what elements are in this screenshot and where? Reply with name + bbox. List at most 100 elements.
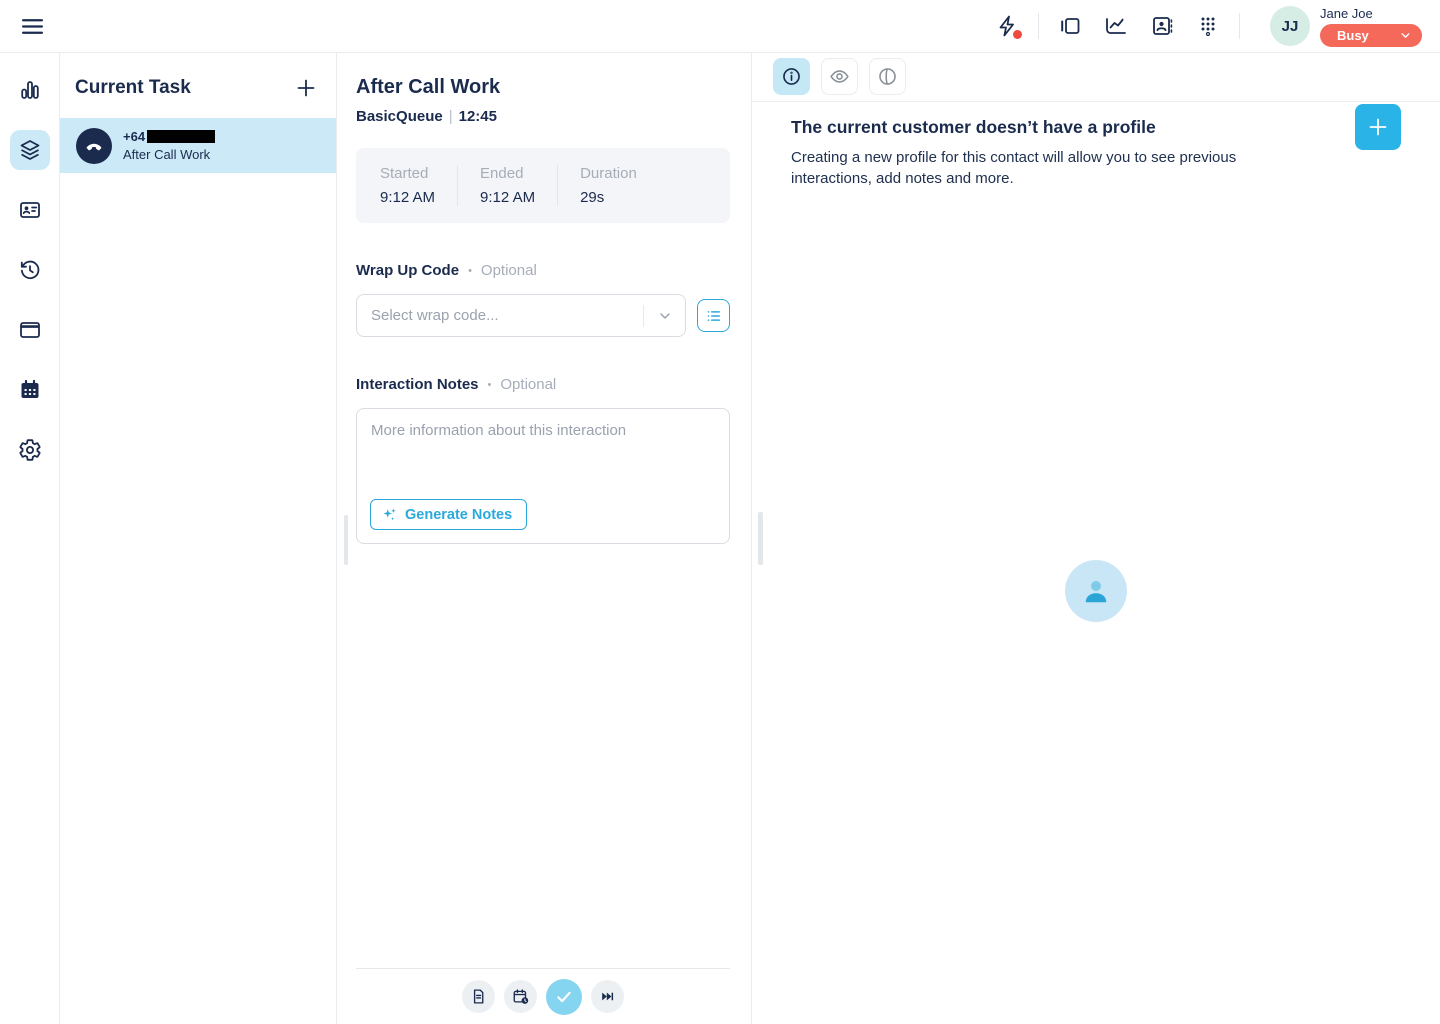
divider [1239, 13, 1240, 39]
notes-optional-label: Optional [500, 376, 556, 393]
document-icon [470, 988, 487, 1005]
duration-label: Duration [580, 165, 637, 182]
info-icon [781, 66, 802, 87]
interaction-notes-input[interactable] [357, 409, 729, 487]
chevron-down-icon [657, 308, 673, 324]
meta-duration: Duration 29s [557, 165, 659, 206]
work-title: After Call Work [356, 76, 730, 99]
queue-name: BasicQueue [356, 108, 443, 125]
profile-tabs [752, 53, 1440, 102]
scrollbar-thumb[interactable] [758, 512, 763, 565]
status-selector-button[interactable]: Busy [1320, 24, 1422, 47]
started-label: Started [380, 165, 435, 182]
top-bar: JJ Jane Joe Busy [0, 0, 1440, 53]
app-window: JJ Jane Joe Busy [0, 0, 1440, 1024]
separator: | [449, 108, 453, 125]
wrap-up-code-row: Select wrap code... [356, 294, 730, 337]
person-icon [1081, 576, 1111, 606]
user-name: Jane Joe [1320, 6, 1373, 21]
interaction-notes-label: Interaction Notes [356, 376, 479, 393]
work-footer-actions [356, 968, 730, 1024]
nav-contact-card-icon[interactable] [10, 190, 50, 230]
user-initials: JJ [1282, 18, 1299, 35]
meta-ended: Ended 9:12 AM [457, 165, 557, 206]
work-content: After Call Work BasicQueue | 12:45 Started… [337, 53, 751, 544]
tab-insights[interactable] [869, 58, 906, 95]
divider [643, 305, 644, 327]
wrap-up-optional-label: Optional [481, 262, 537, 279]
eye-icon [829, 66, 850, 87]
interaction-notes-box: Generate Notes [356, 408, 730, 544]
task-type-label: After Call Work [123, 147, 215, 162]
skip-next-button[interactable] [591, 980, 624, 1013]
task-list-title: Current Task [75, 77, 191, 99]
tab-info[interactable] [773, 58, 810, 95]
after-call-work-panel: After Call Work BasicQueue | 12:45 Started… [337, 53, 751, 1024]
skip-forward-icon [599, 988, 616, 1005]
create-profile-button[interactable] [1355, 104, 1401, 150]
customer-profile-panel: The current customer doesn’t have a prof… [751, 53, 1440, 1024]
quick-actions-icon[interactable] [990, 9, 1024, 43]
interaction-notes-label-row: Interaction Notes • Optional [356, 376, 730, 393]
queue-and-timer: BasicQueue | 12:45 [356, 108, 730, 125]
dialpad-icon[interactable] [1191, 9, 1225, 43]
bullet-list-icon [705, 307, 723, 325]
no-profile-empty-state: The current customer doesn’t have a prof… [752, 102, 1440, 189]
task-list-panel: Current Task +64 After Call Work [60, 53, 337, 1024]
empty-state-body: Creating a new profile for this contact … [791, 147, 1263, 189]
bullet: • [488, 379, 492, 391]
empty-state-heading: The current customer doesn’t have a prof… [791, 117, 1330, 138]
metrics-chart-icon[interactable] [1099, 9, 1133, 43]
plus-icon [1366, 115, 1390, 139]
nav-settings-gear-icon[interactable] [10, 430, 50, 470]
task-phone-number-prefix: +64 [123, 129, 145, 144]
nav-browser-icon[interactable] [10, 310, 50, 350]
divider [1038, 13, 1039, 39]
wrap-up-code-label: Wrap Up Code [356, 262, 459, 279]
notification-dot [1013, 30, 1022, 39]
contacts-directory-icon[interactable] [1145, 9, 1179, 43]
task-list-item[interactable]: +64 After Call Work [60, 118, 336, 173]
task-list-header: Current Task [60, 53, 336, 118]
user-block: Jane Joe Busy [1320, 6, 1422, 47]
profile-avatar-placeholder [1065, 560, 1127, 622]
bullet: • [468, 265, 472, 277]
nav-calendar-icon[interactable] [10, 370, 50, 410]
add-task-button[interactable] [292, 74, 320, 102]
ended-value: 9:12 AM [480, 189, 535, 206]
nav-tasks-icon[interactable] [10, 130, 50, 170]
duration-value: 29s [580, 189, 637, 206]
started-value: 9:12 AM [380, 189, 435, 206]
schedule-callback-button[interactable] [504, 980, 537, 1013]
tab-view[interactable] [821, 58, 858, 95]
wrap-code-select[interactable]: Select wrap code... [356, 294, 686, 337]
task-phone-icon [76, 128, 112, 164]
split-circle-icon [877, 66, 898, 87]
ended-label: Ended [480, 165, 535, 182]
generate-notes-button[interactable]: Generate Notes [370, 499, 527, 530]
wrap-up-code-label-row: Wrap Up Code • Optional [356, 262, 730, 279]
meta-started: Started 9:12 AM [380, 165, 457, 206]
user-avatar[interactable]: JJ [1270, 6, 1310, 46]
sparkle-icon [381, 506, 398, 523]
scrollbar-thumb[interactable] [344, 515, 348, 565]
status-label: Busy [1337, 28, 1369, 43]
notes-document-button[interactable] [462, 980, 495, 1013]
redacted-phone-number [147, 130, 215, 143]
call-meta-card: Started 9:12 AM Ended 9:12 AM Duration 2… [356, 148, 730, 223]
chevron-down-icon [1399, 29, 1412, 42]
wrap-code-list-button[interactable] [697, 299, 730, 332]
nav-dashboard-icon[interactable] [10, 70, 50, 110]
topbar-actions: JJ Jane Joe Busy [990, 6, 1422, 47]
hamburger-menu-icon[interactable] [18, 12, 46, 40]
nav-history-icon[interactable] [10, 250, 50, 290]
task-item-text: +64 After Call Work [123, 129, 215, 162]
wrap-code-placeholder: Select wrap code... [357, 307, 643, 324]
complete-task-button[interactable] [546, 979, 582, 1015]
checkmark-icon [555, 988, 573, 1006]
side-panel-icon[interactable] [1053, 9, 1087, 43]
left-nav-rail [0, 53, 60, 1024]
generate-notes-label: Generate Notes [405, 507, 512, 523]
calendar-clock-icon [512, 988, 530, 1006]
call-timer: 12:45 [459, 108, 497, 125]
